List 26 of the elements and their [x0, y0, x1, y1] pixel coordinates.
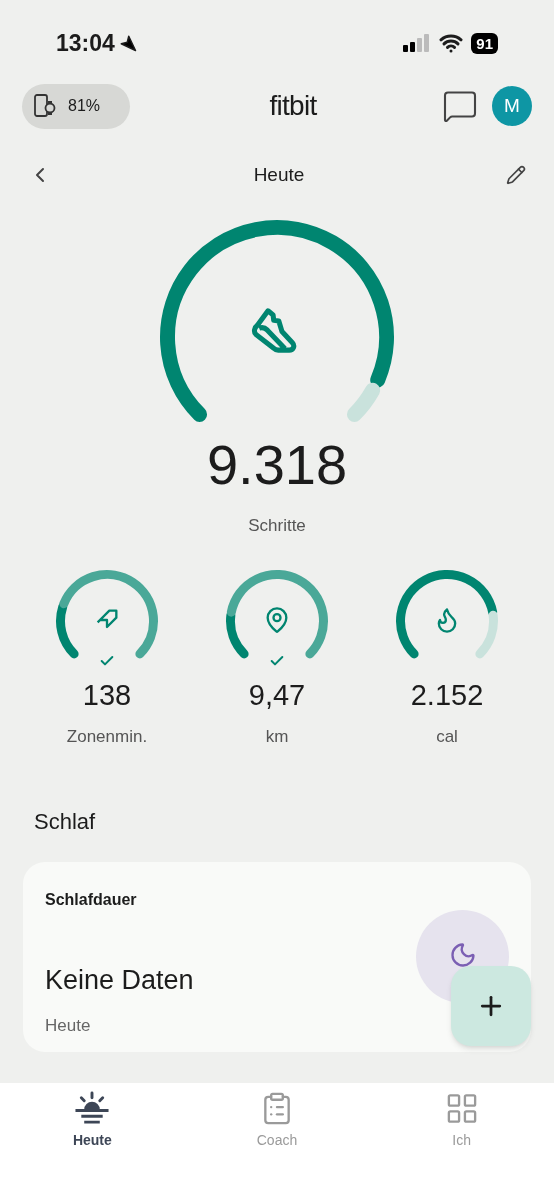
battery-indicator: 91	[471, 32, 498, 54]
metric-value: 2.152	[410, 680, 484, 710]
clock-time: 13:04	[56, 28, 115, 58]
moon-icon	[448, 940, 477, 969]
date-title: Heute	[253, 162, 305, 187]
metric-label: Zonenmin.	[66, 725, 148, 748]
metric-label: km	[265, 725, 289, 748]
card-subtitle: Heute	[45, 1014, 92, 1037]
section-title: Schlaf	[33, 808, 97, 836]
metric-value: 138	[82, 680, 132, 710]
chat-icon[interactable]	[442, 88, 478, 124]
metric-label: cal	[436, 725, 458, 748]
phone-watch-icon	[34, 93, 56, 119]
card-title: Schlafdauer	[45, 890, 138, 910]
sleep-duration-value: Keine Daten	[45, 964, 195, 997]
app-logo: fitbit	[268, 89, 317, 123]
device-battery-pill[interactable]: 81%	[22, 83, 130, 129]
signal-icon	[403, 34, 432, 52]
avatar[interactable]: M	[492, 86, 532, 126]
edit-icon[interactable]	[506, 165, 526, 185]
metric-value: 9,47	[248, 680, 306, 710]
sleep-card[interactable]: Schlafdauer Keine Daten Heute	[23, 862, 531, 1052]
steps-label: Schritte	[248, 515, 306, 537]
steps-count: 9.318	[206, 437, 348, 493]
location-arrow-icon	[118, 34, 137, 52]
nav-tab[interactable]: Heute	[0, 1091, 185, 1151]
